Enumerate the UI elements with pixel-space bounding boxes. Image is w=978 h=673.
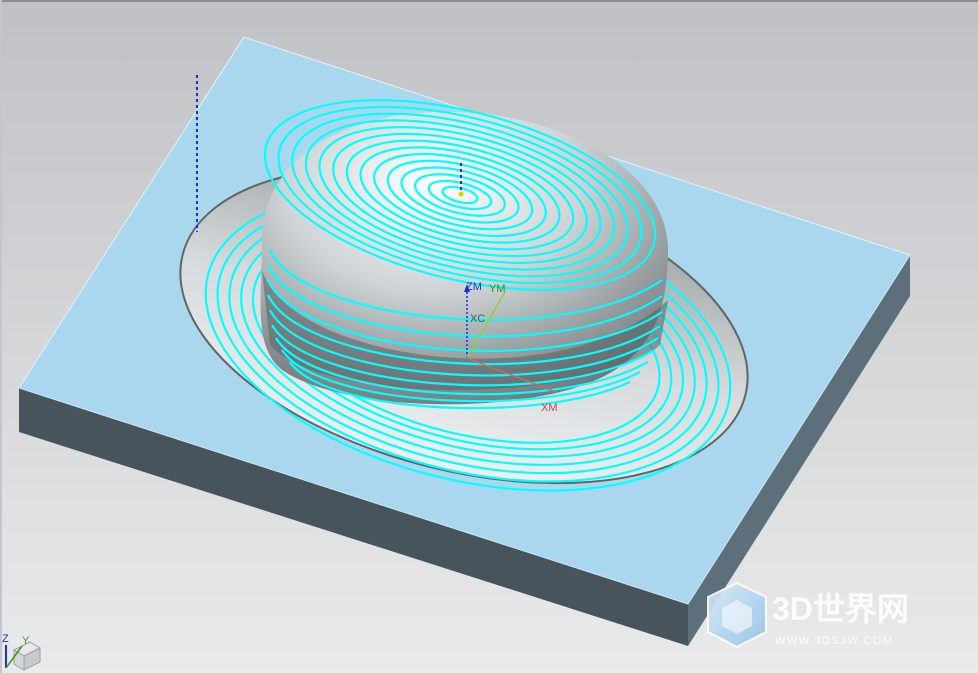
model-view[interactable]: ZM YM XC XM Z Y 3D世界网 WWW.3DSJW.COM [0, 0, 978, 673]
zm-label: ZM [466, 281, 482, 293]
watermark-url: WWW.3DSJW.COM [775, 635, 894, 647]
ym-label: YM [489, 283, 506, 295]
viewport-left-border [0, 0, 2, 673]
triad-z-label: Z [2, 633, 9, 645]
xc-label: XC [470, 313, 485, 325]
watermark: 3D世界网 WWW.3DSJW.COM [707, 581, 909, 649]
toolpath-start-point [458, 191, 464, 197]
xm-label: XM [541, 402, 558, 414]
triad-y-label: Y [22, 635, 30, 647]
viewport-top-border [0, 0, 978, 2]
watermark-title: 3D世界网 [772, 591, 909, 627]
graphics-viewport[interactable]: ZM YM XC XM Z Y 3D世界网 WWW.3DSJW.COM [0, 0, 978, 673]
